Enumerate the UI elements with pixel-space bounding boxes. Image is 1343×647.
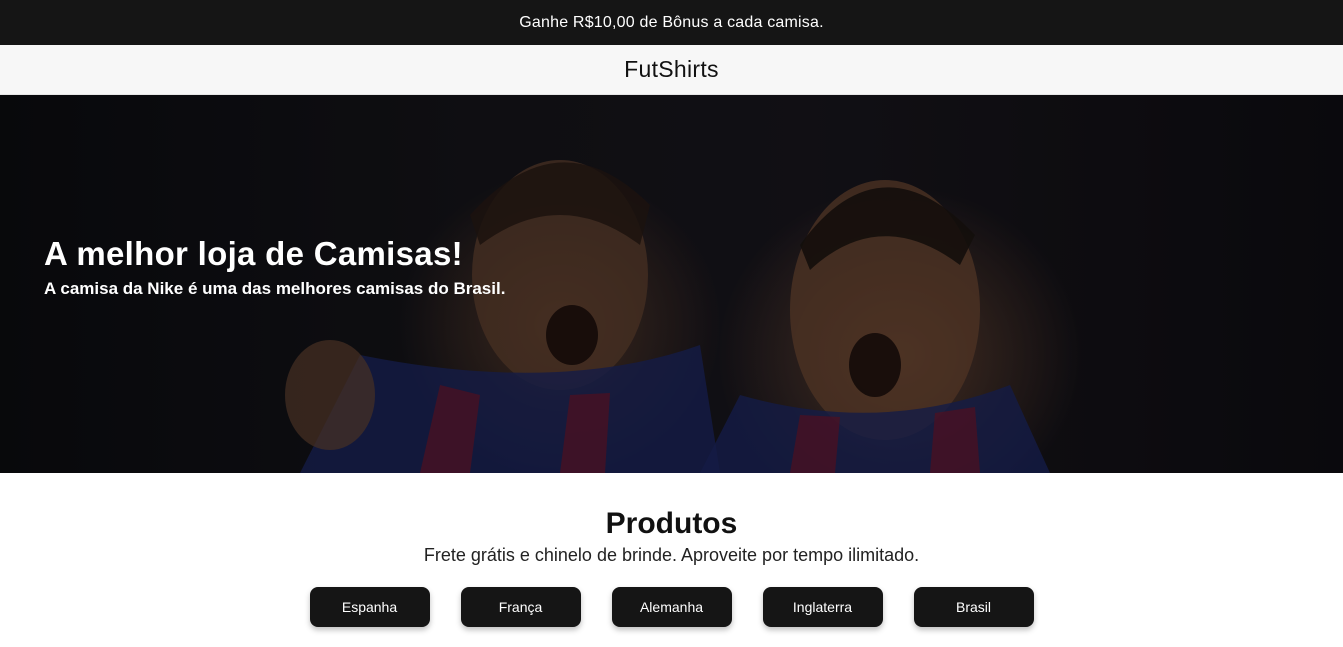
hero-title: A melhor loja de Camisas! <box>44 235 463 272</box>
country-button-espanha[interactable]: Espanha <box>309 587 430 627</box>
promo-bar: Ganhe R$10,00 de Bônus a cada camisa. <box>0 0 1343 45</box>
country-button-franca[interactable]: França <box>460 587 581 627</box>
products-subtitle: Frete grátis e chinelo de brinde. Aprove… <box>423 545 920 565</box>
promo-text: Ganhe R$10,00 de Bônus a cada camisa. <box>519 13 824 31</box>
hero-text: A melhor loja de Camisas! A camisa da Ni… <box>44 235 505 299</box>
site-header: FutShirts <box>0 45 1343 95</box>
country-button-alemanha[interactable]: Alemanha <box>611 587 732 627</box>
products-section: Produtos Frete grátis e chinelo de brind… <box>0 473 1343 627</box>
hero-banner: A melhor loja de Camisas! A camisa da Ni… <box>0 95 1343 473</box>
hero-subtitle: A camisa da Nike é uma das melhores cami… <box>44 279 506 298</box>
country-filter-list: Espanha França Alemanha Inglaterra Brasi… <box>0 587 1343 627</box>
country-button-inglaterra[interactable]: Inglaterra <box>762 587 883 627</box>
country-button-brasil[interactable]: Brasil <box>913 587 1034 627</box>
products-title: Produtos <box>605 507 738 540</box>
brand-logo[interactable]: FutShirts <box>624 56 719 83</box>
